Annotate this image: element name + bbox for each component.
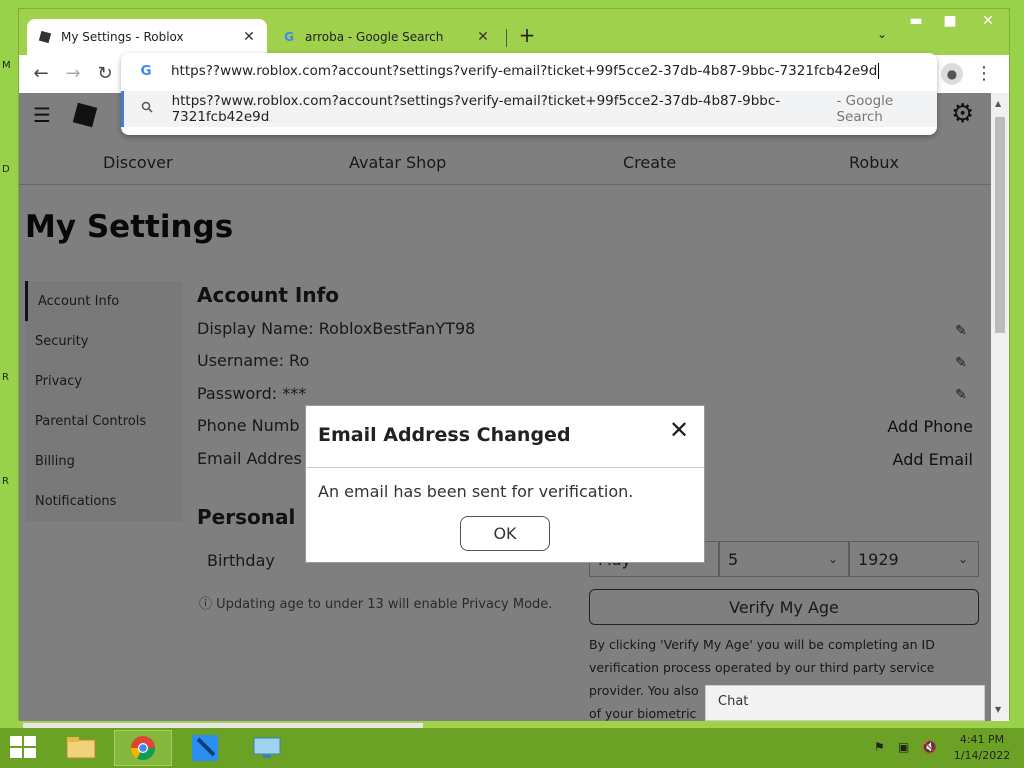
- text-cursor: [878, 63, 880, 79]
- close-icon[interactable]: ✕: [666, 416, 692, 444]
- scroll-up-icon[interactable]: ▲: [995, 99, 1001, 108]
- ok-button[interactable]: OK: [460, 516, 550, 551]
- tab-strip: My Settings - Roblox ✕ G arroba - Google…: [19, 9, 1009, 55]
- chrome-icon[interactable]: [114, 730, 172, 766]
- address-bar[interactable]: G https??www.roblox.com?account?settings…: [121, 53, 937, 89]
- network-icon[interactable]: ▣: [898, 740, 909, 754]
- omnibox-suggestion[interactable]: https??www.roblox.com?account?settings?v…: [121, 91, 937, 127]
- desktop-icon-label: R: [2, 476, 9, 487]
- tab-my-settings[interactable]: My Settings - Roblox ✕: [27, 19, 267, 55]
- close-tab-icon[interactable]: ✕: [475, 29, 491, 45]
- dialog-divider: [306, 467, 704, 468]
- dialog-message: An email has been sent for verification.: [318, 482, 634, 501]
- taskbar: ⚑ ▣ 🔇 4:41 PM 1/14/2022: [0, 728, 1024, 768]
- remote-desktop-icon[interactable]: [238, 730, 296, 766]
- windows-start-icon[interactable]: [10, 736, 38, 760]
- search-icon: [137, 101, 158, 117]
- browser-menu-button[interactable]: ⋮: [975, 63, 993, 84]
- action-center-icon[interactable]: ⚑: [874, 740, 885, 754]
- browser-window: My Settings - Roblox ✕ G arroba - Google…: [18, 8, 1011, 731]
- file-explorer-icon[interactable]: [52, 730, 110, 766]
- reload-button[interactable]: ↻: [93, 63, 117, 84]
- page-content: ☰ ⚙ Discover Avatar Shop Create Robux My…: [19, 93, 991, 721]
- tab-separator: [506, 29, 507, 47]
- system-clock[interactable]: 4:41 PM 1/14/2022: [950, 732, 1014, 764]
- suggestion-text: https??www.roblox.com?account?settings?v…: [171, 93, 781, 125]
- dialog-title: Email Address Changed: [318, 424, 571, 446]
- google-icon: G: [284, 30, 294, 44]
- maximize-button[interactable]: ■: [935, 13, 965, 29]
- tab-google-search[interactable]: G arroba - Google Search ✕: [271, 19, 501, 55]
- vertical-scrollbar[interactable]: ▲ ▼: [991, 93, 1009, 721]
- clock-time: 4:41 PM: [959, 733, 1005, 746]
- roblox-icon: [37, 29, 53, 45]
- tab-title: My Settings - Roblox: [61, 30, 184, 44]
- desktop-icon-label: M: [2, 60, 11, 71]
- suggestion-hint: - Google Search: [836, 93, 894, 125]
- close-window-button[interactable]: ✕: [973, 13, 1003, 29]
- back-button[interactable]: ←: [29, 63, 53, 84]
- scroll-thumb[interactable]: [995, 117, 1005, 333]
- scroll-down-icon[interactable]: ▼: [995, 705, 1001, 714]
- email-changed-dialog: Email Address Changed ✕ An email has bee…: [305, 405, 705, 563]
- forward-button[interactable]: →: [61, 63, 85, 84]
- roblox-studio-icon[interactable]: [176, 730, 234, 766]
- volume-muted-icon[interactable]: 🔇: [922, 740, 937, 754]
- close-tab-icon[interactable]: ✕: [241, 29, 257, 45]
- profile-icon[interactable]: ●: [941, 63, 963, 85]
- omnibox-dropdown: G https??www.roblox.com?account?settings…: [121, 53, 937, 135]
- address-input-text: https??www.roblox.com?account?settings?v…: [171, 63, 878, 79]
- tab-title: arroba - Google Search: [305, 30, 444, 44]
- google-icon: G: [140, 63, 152, 79]
- desktop-icon-label: D: [2, 164, 10, 175]
- new-tab-button[interactable]: +: [515, 23, 539, 47]
- desktop-icon-label: R: [2, 372, 9, 383]
- clock-date: 1/14/2022: [953, 749, 1011, 762]
- minimize-button[interactable]: ▬: [901, 13, 931, 29]
- tab-search-button[interactable]: ⌄: [877, 27, 887, 41]
- chat-bar[interactable]: Chat: [705, 685, 985, 721]
